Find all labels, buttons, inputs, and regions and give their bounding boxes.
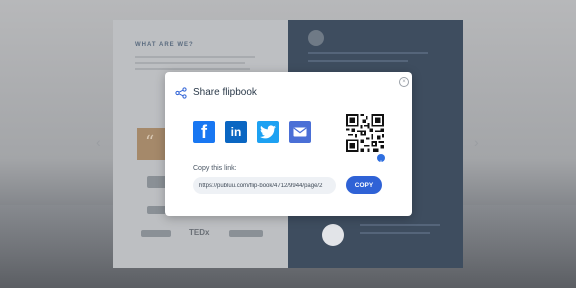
partner-logo [147,176,167,188]
copy-button[interactable]: COPY [346,176,382,194]
text-line [308,60,408,62]
text-line [135,56,255,58]
text-line [308,52,428,54]
linkedin-share-button[interactable]: in [225,121,247,143]
email-share-button[interactable] [289,121,311,143]
previous-page-icon[interactable]: ‹ [96,134,101,150]
left-page-title: WHAT ARE WE? [135,42,194,48]
share-link-field[interactable] [193,177,336,194]
qr-download-icon[interactable] [377,154,385,166]
share-dialog: × Share flipbook f in Copy this link: ht… [165,72,412,216]
page-icon [308,30,324,46]
next-page-icon[interactable]: › [474,134,479,150]
page-image-disc [322,224,344,246]
text-line [360,224,440,226]
close-icon[interactable]: × [399,77,409,87]
facebook-share-button[interactable]: f [193,121,215,143]
dialog-title: Share flipbook [193,87,257,98]
text-line [135,62,245,64]
twitter-share-button[interactable] [257,121,279,143]
tedx-logo: TEDx [189,228,210,237]
envelope-icon [293,127,307,137]
partner-logo [141,230,171,237]
quote-icon: “ [145,132,155,153]
text-line [135,68,250,70]
share-icon [175,87,187,99]
copy-link-label: Copy this link: [193,165,237,172]
twitter-icon [260,125,276,139]
facebook-icon: f [201,121,207,142]
linkedin-icon: in [230,125,242,139]
partner-logo [229,230,263,237]
text-line [360,232,430,234]
qr-code [346,114,384,152]
